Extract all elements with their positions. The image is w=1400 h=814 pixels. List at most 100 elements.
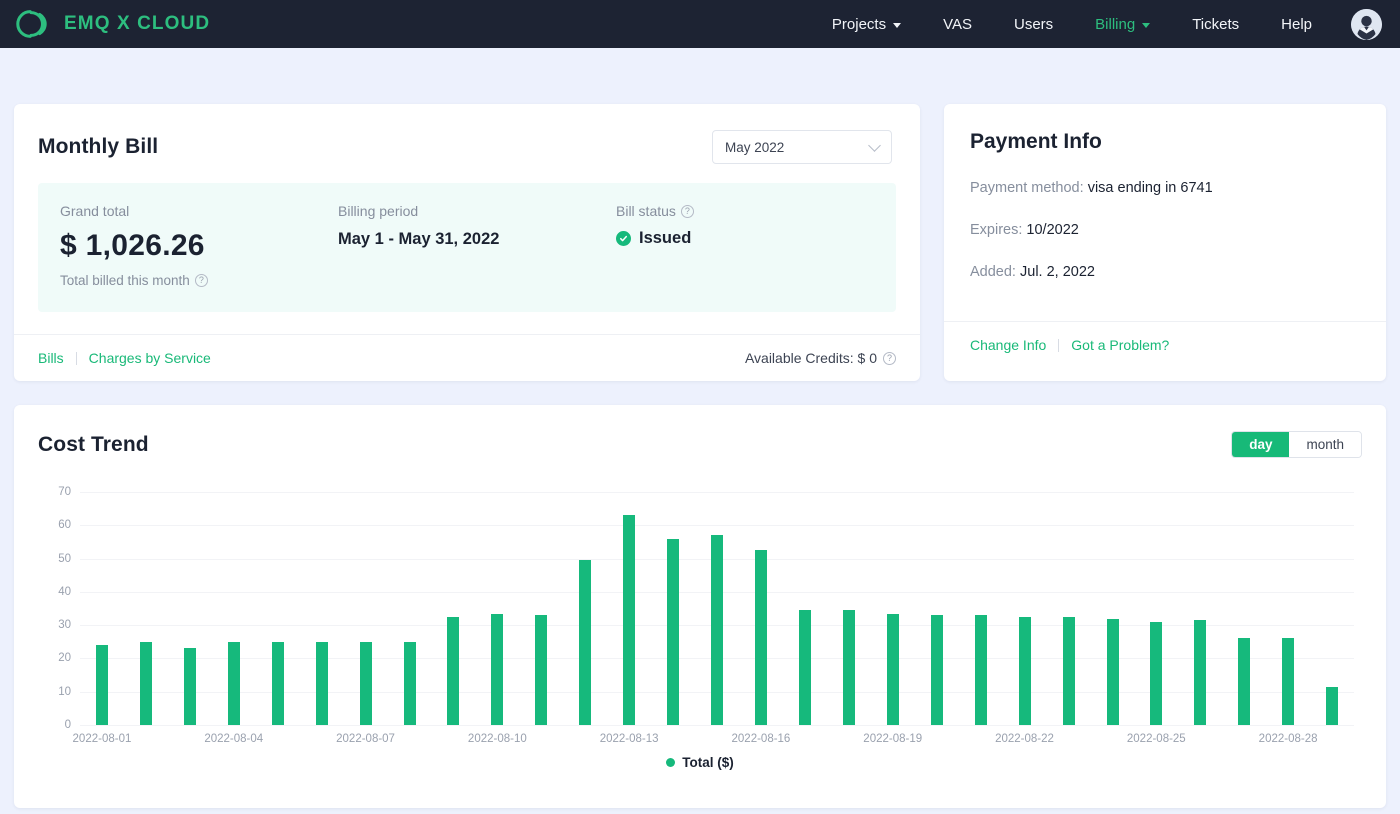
bar-slot[interactable] bbox=[1047, 492, 1091, 725]
chart-bar[interactable] bbox=[227, 641, 240, 725]
chart-bar[interactable] bbox=[842, 610, 855, 725]
x-axis-tick-label: 2022-08-07 bbox=[336, 733, 395, 745]
chart-bar[interactable] bbox=[930, 615, 943, 725]
nav-item-billing[interactable]: Billing bbox=[1074, 0, 1171, 48]
y-axis-tick-label: 30 bbox=[58, 619, 71, 632]
billing-period-label: Billing period bbox=[338, 203, 419, 219]
question-mark-icon[interactable]: ? bbox=[883, 351, 896, 365]
chart-bar[interactable] bbox=[183, 648, 196, 725]
y-axis-tick-label: 40 bbox=[58, 585, 71, 598]
payment-added-row: Added: Jul. 2, 2022 bbox=[970, 264, 1360, 280]
got-a-problem-link[interactable]: Got a Problem? bbox=[1071, 337, 1169, 353]
toggle-option-day[interactable]: day bbox=[1232, 432, 1290, 457]
chart-bar[interactable] bbox=[579, 560, 592, 725]
question-mark-icon[interactable]: ? bbox=[194, 274, 208, 287]
chart-bar[interactable] bbox=[1018, 616, 1031, 725]
bar-slot[interactable] bbox=[519, 492, 563, 725]
bar-slot[interactable] bbox=[1266, 492, 1310, 725]
chart-bar[interactable] bbox=[711, 535, 724, 725]
bar-slot[interactable] bbox=[695, 492, 739, 725]
bill-status-block: Bill status ? Issued bbox=[616, 203, 694, 288]
nav-label-projects: Projects bbox=[831, 15, 887, 33]
bar-slot[interactable] bbox=[80, 492, 124, 725]
chart-bar[interactable] bbox=[1326, 686, 1339, 725]
brand-logo-area[interactable]: EMQ X CLOUD bbox=[14, 5, 210, 43]
chart-bar[interactable] bbox=[1150, 621, 1163, 725]
status-badge: Issued bbox=[616, 229, 694, 248]
charges-by-service-link[interactable]: Charges by Service bbox=[89, 350, 211, 366]
y-axis-tick-label: 50 bbox=[58, 552, 71, 565]
chart-bar[interactable] bbox=[403, 641, 416, 725]
chart-bar[interactable] bbox=[359, 641, 372, 725]
chevron-down-icon bbox=[1142, 22, 1151, 28]
chart-bar[interactable] bbox=[1194, 620, 1207, 725]
page-title: Monthly Bill bbox=[38, 135, 159, 158]
chart-bar[interactable] bbox=[667, 538, 680, 725]
bar-slot[interactable] bbox=[168, 492, 212, 725]
toggle-option-month[interactable]: month bbox=[1289, 432, 1361, 457]
bar-slot[interactable] bbox=[1135, 492, 1179, 725]
chart-bar[interactable] bbox=[1282, 638, 1295, 725]
bar-slot[interactable] bbox=[959, 492, 1003, 725]
bar-slot[interactable] bbox=[563, 492, 607, 725]
bar-slot[interactable] bbox=[1003, 492, 1047, 725]
x-axis-tick-label: 2022-08-04 bbox=[204, 733, 264, 745]
chart-bar[interactable] bbox=[491, 613, 504, 725]
bar-slot[interactable] bbox=[651, 492, 695, 725]
bar-slot[interactable] bbox=[300, 492, 344, 725]
legend-label: Total ($) bbox=[682, 755, 734, 770]
chart-bar[interactable] bbox=[798, 610, 811, 725]
bar-slot[interactable] bbox=[212, 492, 256, 725]
chart-bar[interactable] bbox=[1062, 616, 1075, 725]
nav-item-help[interactable]: Help bbox=[1260, 0, 1333, 48]
bar-slot[interactable] bbox=[1310, 492, 1354, 725]
bar-slot[interactable] bbox=[1222, 492, 1266, 725]
bar-slot[interactable] bbox=[827, 492, 871, 725]
chart-bar[interactable] bbox=[95, 645, 108, 725]
chart-bar[interactable] bbox=[623, 515, 636, 725]
nav-item-tickets[interactable]: Tickets bbox=[1171, 0, 1260, 48]
bill-summary-panel: Grand total $ 1,026.26 Total billed this… bbox=[38, 183, 896, 312]
bar-slot[interactable] bbox=[871, 492, 915, 725]
chart-bars bbox=[80, 492, 1354, 725]
question-mark-icon[interactable]: ? bbox=[680, 204, 694, 218]
bar-slot[interactable] bbox=[1091, 492, 1135, 725]
bar-slot[interactable] bbox=[432, 492, 476, 725]
payment-method-row: Payment method: visa ending in 6741 bbox=[970, 180, 1360, 196]
chart-bar[interactable] bbox=[535, 615, 548, 725]
nav-item-vas[interactable]: VAS bbox=[922, 0, 993, 48]
bar-slot[interactable] bbox=[915, 492, 959, 725]
change-info-link[interactable]: Change Info bbox=[970, 337, 1046, 353]
bar-slot[interactable] bbox=[124, 492, 168, 725]
chart-plot-area: 0 10 20 30 40 50 60 70 2022-08-01 2022-08-04 2022… bbox=[58, 486, 1354, 745]
bar-slot[interactable] bbox=[607, 492, 651, 725]
y-axis-tick-label: 60 bbox=[58, 519, 71, 532]
month-select[interactable]: May 2022 bbox=[712, 130, 892, 164]
chart-bar[interactable] bbox=[315, 641, 328, 725]
chart-bar[interactable] bbox=[1106, 618, 1119, 725]
bill-footer-links: Bills Charges by Service bbox=[38, 350, 211, 366]
bar-slot[interactable] bbox=[1178, 492, 1222, 725]
bills-link[interactable]: Bills bbox=[38, 350, 64, 366]
available-credits: Available Credits: $ 0 ? bbox=[745, 350, 896, 366]
nav-item-projects[interactable]: Projects bbox=[811, 0, 922, 48]
bar-slot[interactable] bbox=[475, 492, 519, 725]
nav-item-users[interactable]: Users bbox=[993, 0, 1074, 48]
nav-label-users: Users bbox=[1013, 15, 1054, 33]
bar-slot[interactable] bbox=[344, 492, 388, 725]
bar-slot[interactable] bbox=[783, 492, 827, 725]
chart-bar[interactable] bbox=[139, 641, 152, 725]
user-avatar-icon[interactable] bbox=[1351, 8, 1382, 40]
chart-bar[interactable] bbox=[755, 550, 768, 725]
bar-slot[interactable] bbox=[256, 492, 300, 725]
chart-bar[interactable] bbox=[974, 615, 987, 725]
x-axis-tick-label: 2022-08-16 bbox=[731, 733, 791, 745]
bar-slot[interactable] bbox=[388, 492, 432, 725]
chart-bar[interactable] bbox=[886, 613, 899, 725]
cost-trend-header: Cost Trend day month bbox=[38, 431, 1362, 458]
chart-bar[interactable] bbox=[447, 616, 460, 725]
chart-bar[interactable] bbox=[1238, 638, 1251, 725]
payment-added-value: Jul. 2, 2022 bbox=[1020, 264, 1095, 280]
bar-slot[interactable] bbox=[739, 492, 783, 725]
chart-bar[interactable] bbox=[271, 641, 284, 725]
